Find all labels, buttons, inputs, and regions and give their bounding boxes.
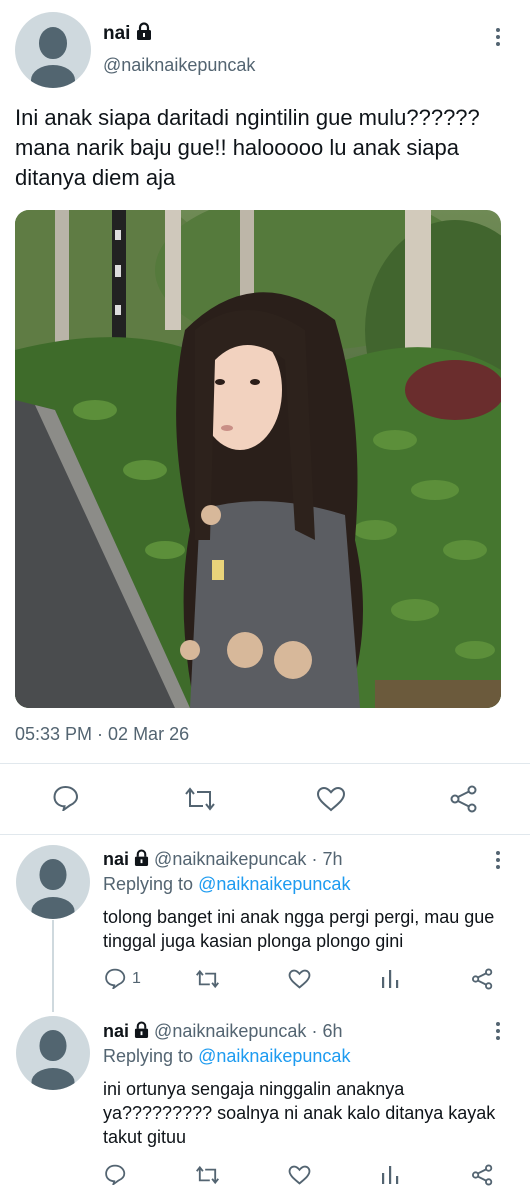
analytics-icon [382,970,399,988]
separator-dot: · [311,849,318,869]
avatar-head [39,27,67,59]
author-handle[interactable]: @naiknaikepuncak [154,849,306,869]
like-button[interactable] [288,1165,311,1185]
share-button[interactable] [449,785,479,813]
tweet-text: Ini anak siapa daritadi ngintilin gue mu… [15,105,480,190]
avatar[interactable] [15,12,91,88]
like-button[interactable] [288,969,311,989]
reply-icon [53,785,79,811]
lock-icon [134,1021,149,1038]
reply-count: 1 [132,969,141,987]
separator-dot: · [311,1021,318,1041]
share-icon [450,785,477,813]
more-icon[interactable] [495,851,501,872]
reply-header: nai @naiknaikepuncak · 6h [103,1021,342,1042]
reply-time[interactable]: 6h [322,1021,342,1041]
avatar-head [39,859,67,890]
analytics-icon [382,1166,399,1184]
avatar-body [31,65,75,88]
author-name[interactable]: nai [103,849,129,869]
replying-to: Replying to @naiknaikepuncak [103,1046,350,1067]
replying-label: Replying to [103,874,194,894]
share-icon [471,968,493,990]
reply-icon [105,968,126,989]
reply-button[interactable] [104,1164,126,1185]
avatar[interactable] [16,1016,90,1090]
author-handle[interactable]: @naiknaikepuncak [103,55,255,76]
mention-link[interactable]: @naiknaikepuncak [198,1046,350,1066]
retweet-button[interactable] [195,1165,220,1185]
retweet-icon [196,969,219,989]
like-icon [288,1165,311,1185]
timestamp[interactable]: 05:33 PM · 02 Mar 26 [15,724,189,745]
replying-label: Replying to [103,1046,194,1066]
author-name[interactable]: nai [103,22,152,45]
retweet-icon [196,1165,219,1185]
replying-to: Replying to @naiknaikepuncak [103,874,350,895]
avatar-body [31,897,75,919]
divider [0,834,530,835]
retweet-button[interactable] [195,969,220,989]
more-icon[interactable] [495,28,501,49]
avatar-head [39,1030,67,1061]
share-icon [471,1164,493,1186]
thread-line [52,920,54,1012]
avatar-body [31,1068,75,1090]
reply-text: tolong banget ini anak ngga pergi pergi,… [103,907,495,951]
reply-header: nai @naiknaikepuncak · 7h [103,849,342,870]
retweet-button[interactable] [184,786,216,812]
lock-icon [134,849,149,866]
analytics-button[interactable] [380,1164,400,1185]
lock-icon [136,22,151,40]
divider [0,763,530,764]
reply-button[interactable] [52,785,79,811]
analytics-button[interactable] [380,968,400,989]
author-name-text: nai [103,23,131,44]
reply-button[interactable]: 1 [104,968,141,989]
like-button[interactable] [316,786,346,812]
reply-icon [105,1164,126,1185]
reply-text: ini ortunya sengaja ninggalin anaknya ya… [103,1079,496,1147]
photo-child-in-garden [15,210,501,708]
like-icon [288,969,311,989]
reply-time[interactable]: 7h [322,849,342,869]
like-icon [316,786,346,812]
share-button[interactable] [471,968,494,990]
avatar[interactable] [16,845,90,919]
tweet-photo[interactable] [15,210,501,708]
author-handle[interactable]: @naiknaikepuncak [154,1021,306,1041]
mention-link[interactable]: @naiknaikepuncak [198,874,350,894]
share-button[interactable] [471,1164,494,1186]
more-icon[interactable] [495,1022,501,1043]
author-name[interactable]: nai [103,1021,129,1041]
retweet-icon [185,787,215,811]
